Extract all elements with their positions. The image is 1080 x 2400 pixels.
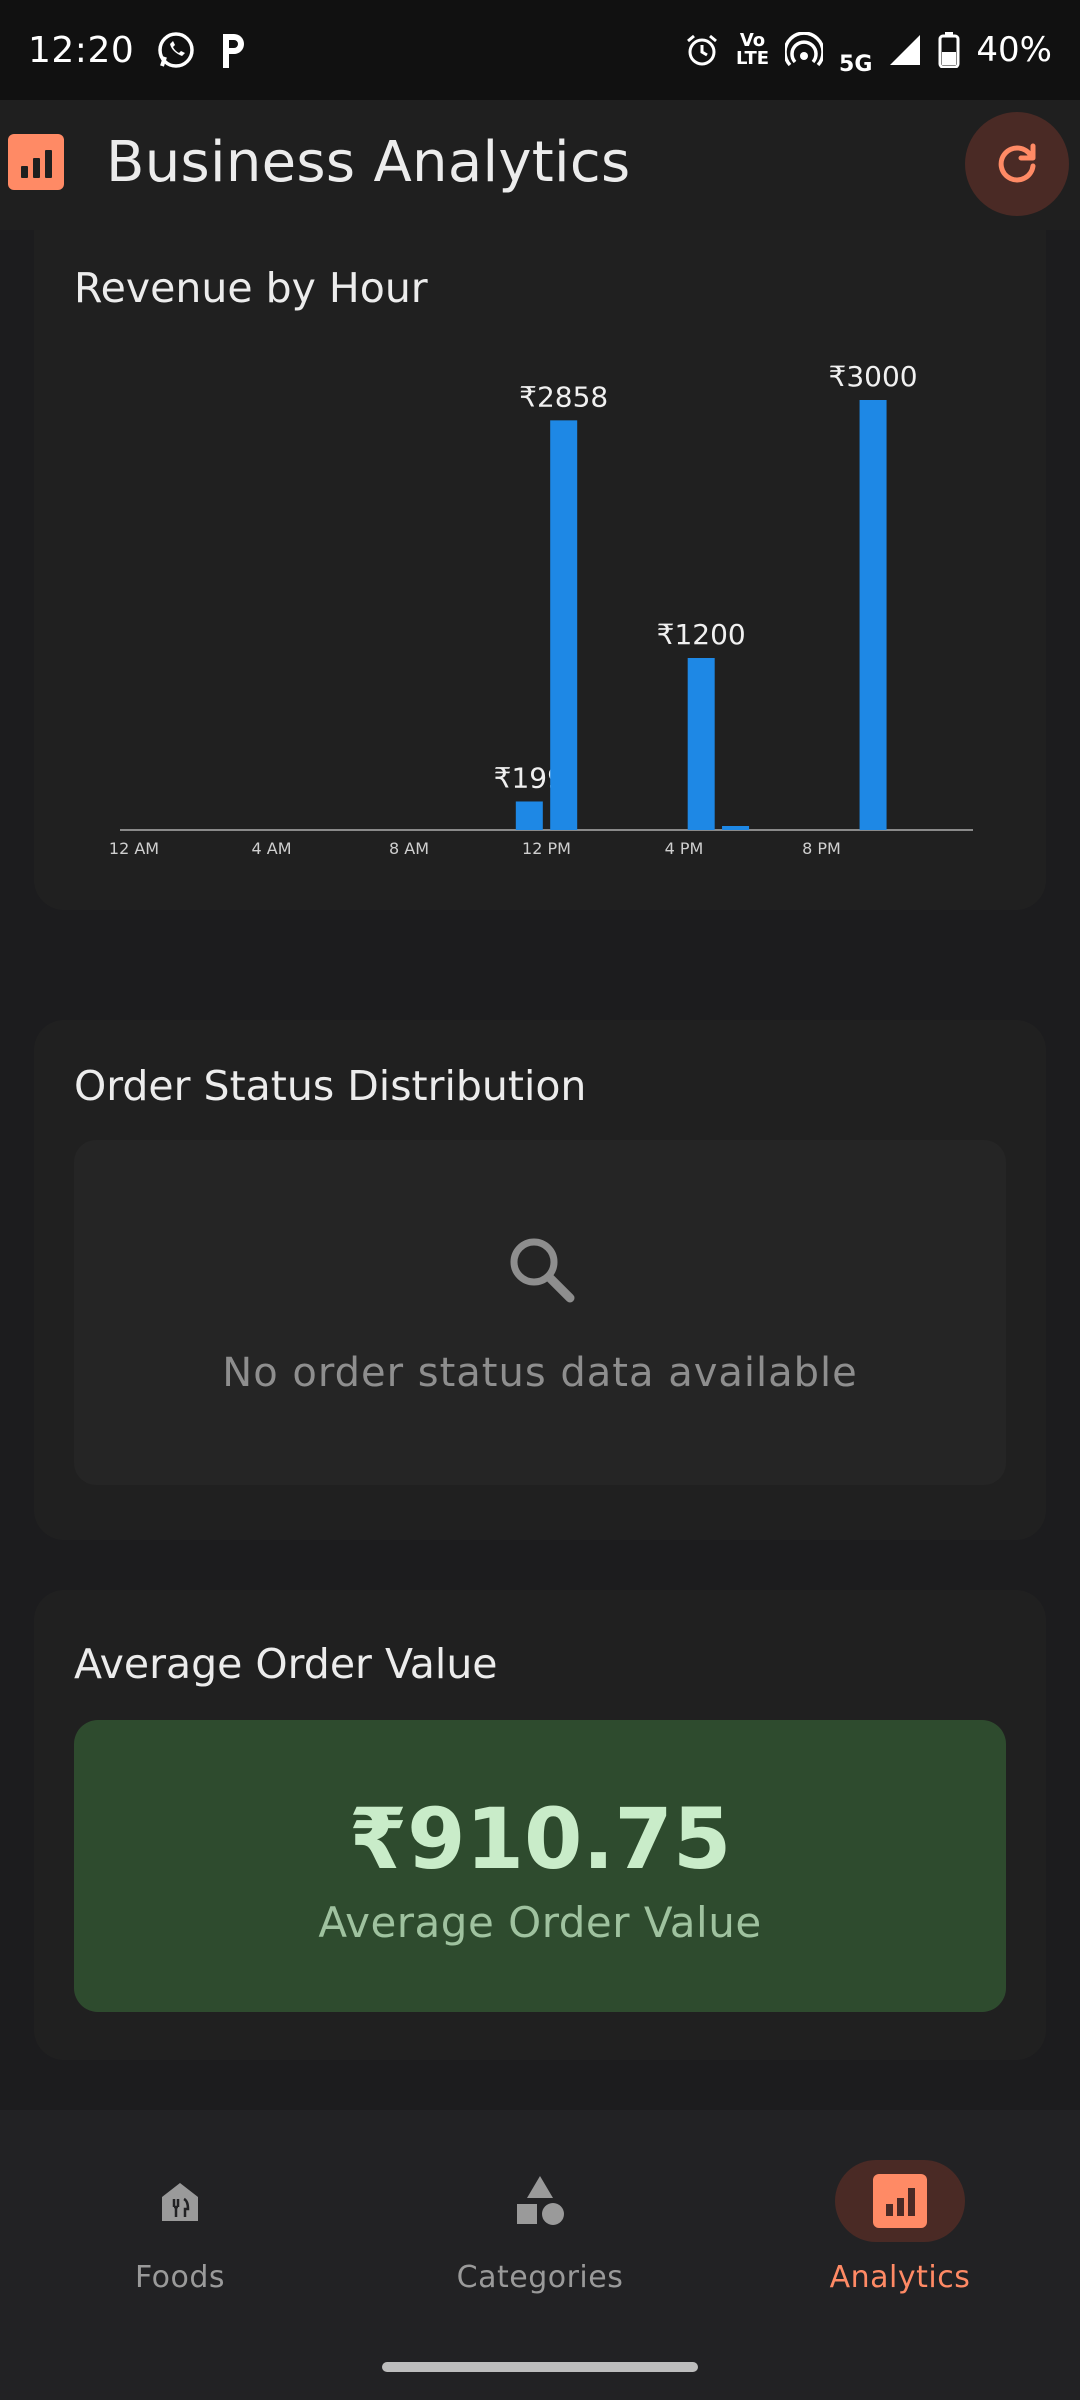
x-tick-label: 12 PM <box>522 839 571 858</box>
nav-label-categories: Categories <box>456 2260 624 2295</box>
status-bar: 12:20 Vo LTE 5G 40% <box>0 0 1080 100</box>
revenue-bar[interactable] <box>550 420 578 830</box>
x-tick-label: 8 PM <box>802 839 841 858</box>
empty-state: No order status data available <box>74 1140 1006 1485</box>
analytics-icon <box>835 2160 965 2242</box>
nav-item-analytics[interactable]: Analytics <box>720 2110 1080 2310</box>
page-title: Business Analytics <box>106 130 631 195</box>
parking-app-icon <box>218 30 248 70</box>
whatsapp-icon <box>156 30 196 70</box>
battery-percent: 40% <box>976 30 1052 70</box>
nav-item-categories[interactable]: Categories <box>360 2110 720 2310</box>
x-tick-label: 4 AM <box>251 839 291 858</box>
nav-label-analytics: Analytics <box>829 2260 971 2295</box>
signal-icon <box>888 33 922 67</box>
network-type: 5G <box>839 52 873 77</box>
x-tick-label: 12 AM <box>109 839 159 858</box>
home-indicator <box>382 2362 698 2372</box>
x-tick-label: 8 AM <box>389 839 429 858</box>
volte-bottom-label: LTE <box>735 48 770 69</box>
search-icon <box>510 1238 575 1303</box>
hotspot-icon <box>785 32 824 68</box>
bar-value-label: ₹2858 <box>519 380 608 413</box>
revenue-bar[interactable] <box>515 801 543 830</box>
category-icon <box>475 2160 605 2242</box>
refresh-icon <box>998 143 1036 183</box>
refresh-button[interactable] <box>965 112 1069 216</box>
empty-message: No order status data available <box>222 1350 858 1396</box>
average-order-value: ₹910.75 <box>348 1790 732 1888</box>
nav-label-foods: Foods <box>134 2260 226 2295</box>
analytics-content[interactable]: Revenue by Hour 12 AM 4 AM 8 AM 12 PM 4 PM 8 … <box>0 230 1080 2110</box>
bar-value-label: ₹3000 <box>829 360 918 393</box>
revenue-card: Revenue by Hour 12 AM 4 AM 8 AM 12 PM 4 PM 8 … <box>34 230 1046 910</box>
revenue-bar[interactable] <box>859 400 887 830</box>
average-order-card: Average Order Value ₹910.75 Average Orde… <box>34 1590 1046 2060</box>
revenue-bar[interactable] <box>687 658 715 830</box>
order-status-card: Order Status Distribution No order statu… <box>34 1020 1046 1540</box>
revenue-bar[interactable] <box>722 826 750 830</box>
revenue-bar-chart: 12 AM 4 AM 8 AM 12 PM 4 PM 8 PM₹199₹2858₹1200… <box>109 360 973 858</box>
restaurant-icon <box>115 2160 245 2242</box>
bottom-navigation: Foods Categories Analytics <box>0 2110 1080 2400</box>
average-order-title: Average Order Value <box>74 1640 498 1688</box>
battery-icon <box>938 32 960 68</box>
status-time: 12:20 <box>28 29 135 71</box>
average-order-box: ₹910.75 Average Order Value <box>74 1720 1006 2012</box>
order-status-title: Order Status Distribution <box>74 1062 587 1110</box>
analytics-logo-icon <box>8 134 64 190</box>
volte-icon: Vo LTE <box>736 32 769 68</box>
x-tick-label: 4 PM <box>665 839 704 858</box>
app-bar: Business Analytics <box>0 100 1080 230</box>
nav-item-foods[interactable]: Foods <box>0 2110 360 2310</box>
average-order-label: Average Order Value <box>318 1898 762 1947</box>
alarm-icon <box>684 32 720 68</box>
bar-value-label: ₹1200 <box>657 618 746 651</box>
